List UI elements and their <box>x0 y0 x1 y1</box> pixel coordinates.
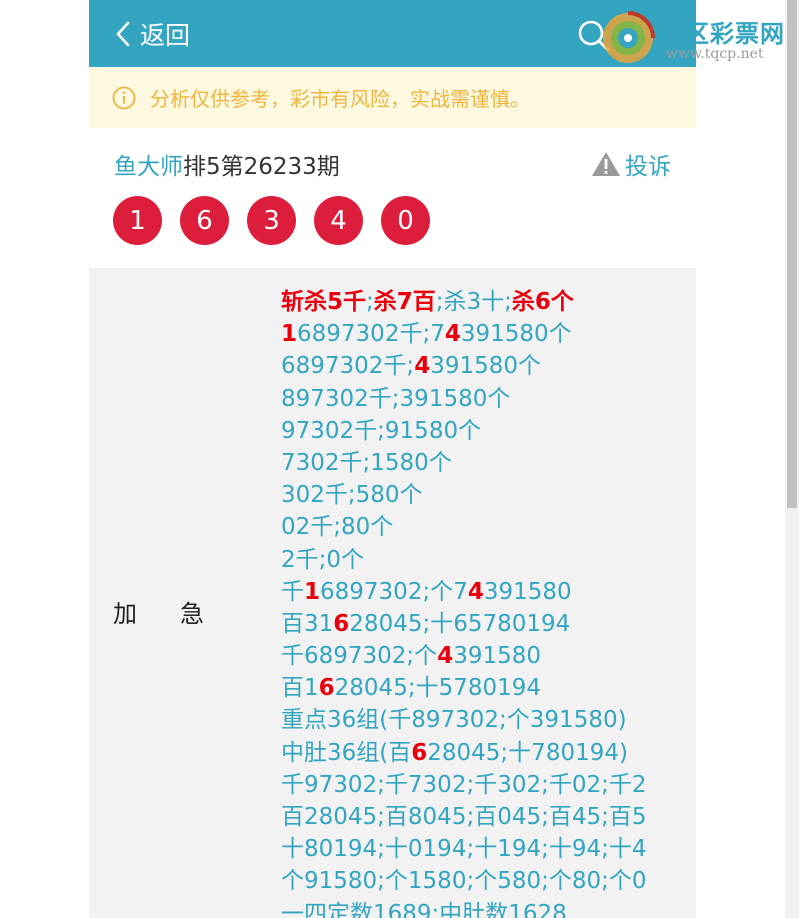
prediction-line: 一四定数1689;中肚数1628 <box>281 900 567 918</box>
prediction-line: 个91580;个1580;个580;个80;个0 <box>281 868 647 895</box>
prediction-line: 897302千;391580个 <box>281 385 511 412</box>
prediction-line: 斩杀5千;杀7百;杀3十;杀6个 <box>281 286 691 318</box>
line-text: 391580 <box>453 643 542 670</box>
highlight-text: 4 <box>467 578 484 605</box>
report-button[interactable]: 投诉 <box>591 147 671 181</box>
draw-number-balls: 1 6 3 4 0 <box>113 196 448 245</box>
prediction-line: 7302千;1580个 <box>281 449 452 476</box>
prediction-line: 重点36组(千897302;个391580) <box>281 707 627 734</box>
prediction-line: 02千;80个 <box>281 514 394 541</box>
prediction-line: 16897302千;74391580个 <box>281 318 691 350</box>
line-text: 391580个 <box>430 353 542 380</box>
scrollbar-thumb[interactable] <box>787 0 797 508</box>
watermark-title: 特区彩票网 <box>660 20 785 48</box>
site-watermark-logo: 特区彩票网 www.tqcp.net <box>598 8 798 68</box>
master-name-link[interactable]: 鱼大师 <box>114 147 183 181</box>
line-text: 6897302千;7 <box>297 321 445 348</box>
prediction-line: 千16897302;个74391580 <box>281 576 691 608</box>
number-ball: 4 <box>314 196 363 245</box>
prediction-content: 加急 斩杀5千;杀7百;杀3十;杀6个 16897302千;74391580个 … <box>89 268 696 918</box>
highlight-text: 斩杀5千 <box>281 289 367 315</box>
prediction-line: 千6897302;个4391580 <box>281 640 691 672</box>
notice-text: 分析仅供参考，彩市有风险，实战需谨慎。 <box>150 87 530 111</box>
line-text: 391580个 <box>460 321 572 348</box>
watermark-url: www.tqcp.net <box>666 46 764 62</box>
prediction-line: 2千;0个 <box>281 546 365 573</box>
prediction-line: 中肚36组(百628045;十780194) <box>281 737 691 769</box>
info-icon <box>112 86 136 109</box>
back-button[interactable]: 返回 <box>115 18 190 50</box>
number-ball: 6 <box>180 196 229 245</box>
prediction-line: 97302千;91580个 <box>281 417 482 444</box>
highlight-text: 6 <box>411 739 428 766</box>
prediction-line: 千97302;千7302;千302;千02;千2 <box>281 771 647 798</box>
highlight-text: 1 <box>304 578 321 605</box>
row-label-char: 急 <box>180 600 204 628</box>
app-container: 返回 分析仅供参考，彩市有风险，实战需谨慎。 鱼大师 排5第26233期 投诉 … <box>89 0 696 918</box>
number-ball: 0 <box>381 196 430 245</box>
line-text: ;杀3十; <box>435 289 512 315</box>
line-text: 6897302千; <box>281 353 415 380</box>
post-title: 鱼大师 排5第26233期 <box>114 147 340 181</box>
line-text: 中肚36组(百 <box>281 739 412 766</box>
row-label-char: 加 <box>113 600 137 628</box>
prediction-line: 十80194;十0194;十194;十94;十4 <box>281 836 647 863</box>
page-scrollbar[interactable] <box>785 0 799 918</box>
prediction-line: 百1628045;十5780194 <box>281 672 691 704</box>
line-text: 百1 <box>281 675 319 702</box>
highlight-text: 杀7百 <box>373 289 436 315</box>
line-text: 28045;十780194) <box>427 739 628 766</box>
highlight-text: 6 <box>318 675 335 702</box>
highlight-text: 杀6个 <box>511 289 574 315</box>
line-text: 百31 <box>281 610 334 637</box>
chevron-left-icon <box>116 21 130 47</box>
line-text: 28045;十5780194 <box>334 675 542 702</box>
line-text: 6897302;个7 <box>320 578 468 605</box>
highlight-text: 4 <box>444 321 461 348</box>
back-label: 返回 <box>140 21 191 50</box>
highlight-text: 6 <box>333 610 350 637</box>
line-text: 千 <box>281 578 304 605</box>
period-title: 排5第26233期 <box>183 154 340 180</box>
line-text: 千6897302;个 <box>281 643 438 670</box>
line-text: ; <box>366 289 374 315</box>
highlight-text: 4 <box>414 353 431 380</box>
swirl-logo-icon <box>603 11 655 63</box>
number-ball: 3 <box>247 196 296 245</box>
prediction-line: 6897302千;4391580个 <box>281 350 691 382</box>
highlight-text: 1 <box>281 321 298 348</box>
prediction-line: 百28045;百8045;百045;百45;百5 <box>281 804 647 830</box>
highlight-text: 4 <box>437 643 454 670</box>
risk-notice-banner: 分析仅供参考，彩市有风险，实战需谨慎。 <box>89 67 696 128</box>
report-label: 投诉 <box>625 154 671 180</box>
number-ball: 1 <box>113 196 162 245</box>
prediction-line: 百31628045;十65780194 <box>281 608 691 640</box>
prediction-lines: 斩杀5千;杀7百;杀3十;杀6个 16897302千;74391580个 689… <box>281 286 691 918</box>
line-text: 28045;十65780194 <box>349 610 571 637</box>
row-label: 加急 <box>113 594 247 629</box>
line-text: 391580 <box>483 578 572 605</box>
warning-icon <box>592 152 620 176</box>
prediction-line: 302千;580个 <box>281 482 423 509</box>
